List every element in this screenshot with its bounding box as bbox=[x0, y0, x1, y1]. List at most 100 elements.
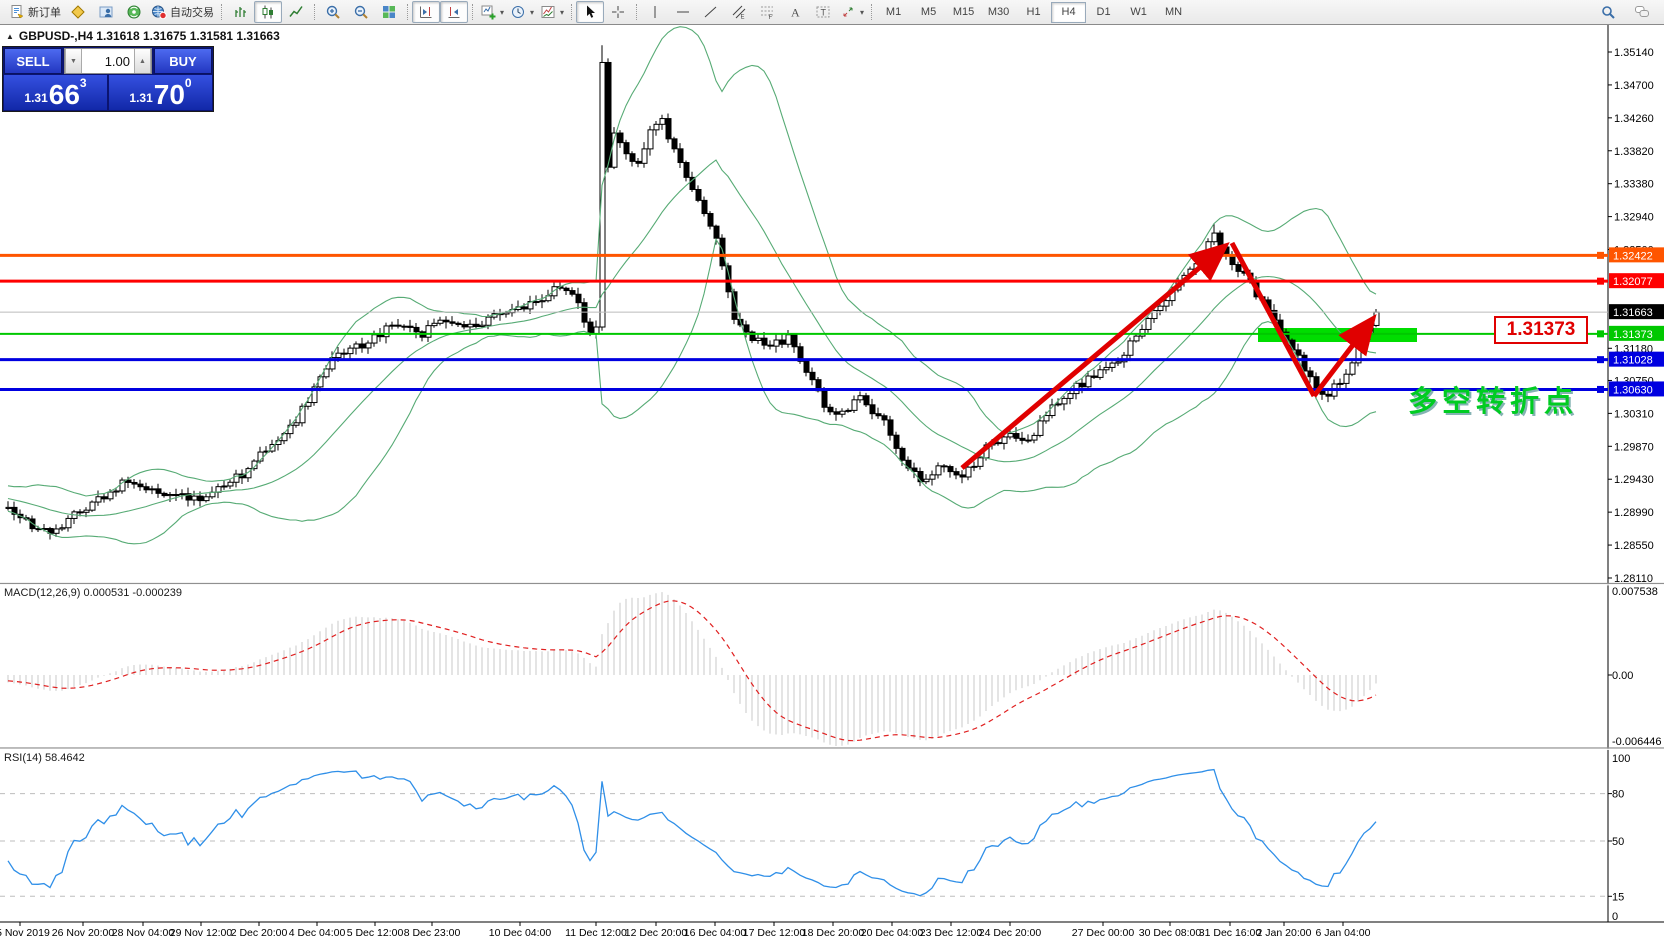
hline-handle[interactable] bbox=[1597, 278, 1604, 285]
axis-tick-label: 18 Dec 20:00 bbox=[802, 927, 865, 939]
cursor-button[interactable] bbox=[576, 1, 604, 23]
axis-tick-label: 1.28550 bbox=[1614, 540, 1654, 552]
line-chart-button[interactable] bbox=[282, 1, 310, 23]
sell-price[interactable]: 1.31 66 3 bbox=[4, 75, 107, 110]
chevron-down-icon: ▾ bbox=[530, 8, 534, 17]
collapse-icon[interactable]: ▲ bbox=[6, 32, 14, 41]
axis-tick-label: 1.31373 bbox=[1613, 329, 1653, 341]
axis-tick-label: 0.007538 bbox=[1612, 586, 1658, 598]
vertical-line-button[interactable] bbox=[641, 1, 669, 23]
auto-scroll-button[interactable] bbox=[440, 1, 468, 23]
zoom-out-icon bbox=[353, 4, 369, 20]
axis-tick-label: 1.30310 bbox=[1614, 408, 1654, 420]
rsi-line bbox=[8, 770, 1376, 896]
timeframe-m1[interactable]: M1 bbox=[876, 2, 911, 23]
svg-text:F: F bbox=[769, 15, 773, 20]
search-button[interactable] bbox=[1594, 1, 1622, 23]
channel-icon: E bbox=[731, 4, 747, 20]
rsi-pane bbox=[0, 770, 1608, 897]
timeframe-h4[interactable]: H4 bbox=[1051, 2, 1086, 23]
chat-button[interactable] bbox=[1628, 1, 1656, 23]
one-click-trading-panel: SELL ▼ 1.00 ▲ BUY 1.31 66 3 1.31 70 0 bbox=[2, 46, 214, 112]
text-icon: A bbox=[787, 4, 803, 20]
price-chart[interactable]: 1.351401.347001.342601.338201.333801.329… bbox=[0, 24, 1664, 950]
tile-windows-button[interactable] bbox=[375, 1, 403, 23]
timeframe-d1[interactable]: D1 bbox=[1086, 2, 1121, 23]
toolbar-group bbox=[406, 0, 471, 24]
volume-up-button[interactable]: ▲ bbox=[134, 49, 151, 73]
timeframe-h1[interactable]: H1 bbox=[1016, 2, 1051, 23]
new-chart-icon bbox=[480, 4, 496, 20]
axis-tick-label: 1.28110 bbox=[1614, 573, 1653, 585]
axis-tick-label: 11 Dec 12:00 bbox=[565, 927, 627, 939]
axis-tick-label: 20 Dec 04:00 bbox=[861, 927, 924, 939]
chart-gallery-button[interactable] bbox=[64, 1, 92, 23]
toolbar-group bbox=[570, 0, 635, 24]
tile-windows-icon bbox=[381, 4, 397, 20]
chart-symbol-title: ▲ GBPUSD-,H4 1.31618 1.31675 1.31581 1.3… bbox=[6, 29, 280, 43]
crosshair-icon bbox=[610, 4, 626, 20]
hline-handle[interactable] bbox=[1597, 252, 1604, 259]
new-order-button[interactable]: 新订单 bbox=[6, 1, 64, 23]
volume-stepper[interactable]: ▼ 1.00 ▲ bbox=[64, 48, 152, 74]
templates-button[interactable]: ▾ bbox=[537, 1, 567, 23]
bar-chart-button[interactable] bbox=[226, 1, 254, 23]
chart-shift-button[interactable] bbox=[412, 1, 440, 23]
toolbar-group: E F AT▾ bbox=[635, 0, 870, 24]
arrows-icon bbox=[840, 4, 856, 20]
profile-button[interactable] bbox=[92, 1, 120, 23]
trendline-button[interactable] bbox=[697, 1, 725, 23]
price-callout-box[interactable]: 1.31373 bbox=[1494, 316, 1588, 344]
volume-value[interactable]: 1.00 bbox=[82, 49, 134, 73]
fibonacci-button[interactable]: F bbox=[753, 1, 781, 23]
axis-tick-label: 5 Dec 12:00 bbox=[347, 927, 404, 939]
label-button[interactable]: T bbox=[809, 1, 837, 23]
timeframe-m30[interactable]: M30 bbox=[981, 2, 1016, 23]
chevron-down-icon: ▾ bbox=[560, 8, 564, 17]
axis-tick-label: 15 bbox=[1612, 891, 1624, 903]
zoom-out-button[interactable] bbox=[347, 1, 375, 23]
axis-tick-label: 1.32077 bbox=[1613, 276, 1653, 288]
buy-price-big: 70 bbox=[154, 82, 185, 108]
toolbar: 新订单自动交易▾▾▾EFAT▾ M1M5M15M30H1H4D1W1MN bbox=[0, 0, 1664, 25]
autotrading-button[interactable]: 自动交易 bbox=[148, 1, 217, 23]
timeframe-m5[interactable]: M5 bbox=[911, 2, 946, 23]
axis-tick-label: 1.34260 bbox=[1614, 113, 1654, 125]
axis-tick-label: 8 Dec 23:00 bbox=[404, 927, 461, 939]
buy-price[interactable]: 1.31 70 0 bbox=[109, 75, 212, 110]
trend-arrow[interactable] bbox=[1232, 243, 1314, 396]
text-button[interactable]: A bbox=[781, 1, 809, 23]
timeframe-m15[interactable]: M15 bbox=[946, 2, 981, 23]
axis-tick-label: 1.32940 bbox=[1614, 212, 1654, 224]
buy-button[interactable]: BUY bbox=[154, 48, 212, 74]
hline-handle[interactable] bbox=[1597, 330, 1604, 337]
crosshair-button[interactable] bbox=[604, 1, 632, 23]
chart-window[interactable]: 1.351401.347001.342601.338201.333801.329… bbox=[0, 24, 1664, 950]
search-icon bbox=[1600, 4, 1616, 20]
annotation-text[interactable]: 多空转折点 bbox=[1408, 378, 1578, 420]
symbol-ohlc-text: GBPUSD-,H4 1.31618 1.31675 1.31581 1.316… bbox=[19, 29, 280, 43]
sell-button[interactable]: SELL bbox=[4, 48, 62, 74]
sell-price-prefix: 1.31 bbox=[24, 91, 47, 105]
trendline-icon bbox=[703, 4, 719, 20]
timeframe-w1[interactable]: W1 bbox=[1121, 2, 1156, 23]
zoom-in-button[interactable] bbox=[319, 1, 347, 23]
arrows-button[interactable]: ▾ bbox=[837, 1, 867, 23]
horizontal-line-button[interactable] bbox=[669, 1, 697, 23]
axis-tick-label: 100 bbox=[1612, 753, 1630, 765]
volume-down-button[interactable]: ▼ bbox=[65, 49, 82, 73]
signal-button[interactable] bbox=[120, 1, 148, 23]
trend-arrows[interactable] bbox=[962, 243, 1372, 468]
buy-price-pip: 0 bbox=[185, 76, 192, 90]
axis-tick-label: 26 Nov 20:00 bbox=[52, 927, 115, 939]
candlestick-button[interactable] bbox=[254, 1, 282, 23]
new-chart-button[interactable]: ▾ bbox=[477, 1, 507, 23]
hline-handle[interactable] bbox=[1597, 356, 1604, 363]
timeframe-mn[interactable]: MN bbox=[1156, 2, 1191, 23]
axis-tick-label: 27 Dec 00:00 bbox=[1072, 927, 1135, 939]
axis-tick-label: 16 Dec 04:00 bbox=[684, 927, 747, 939]
periods-button[interactable]: ▾ bbox=[507, 1, 537, 23]
hline-handle[interactable] bbox=[1597, 386, 1604, 393]
channel-button[interactable]: E bbox=[725, 1, 753, 23]
axis-tick-label: 2 Dec 20:00 bbox=[231, 927, 288, 939]
